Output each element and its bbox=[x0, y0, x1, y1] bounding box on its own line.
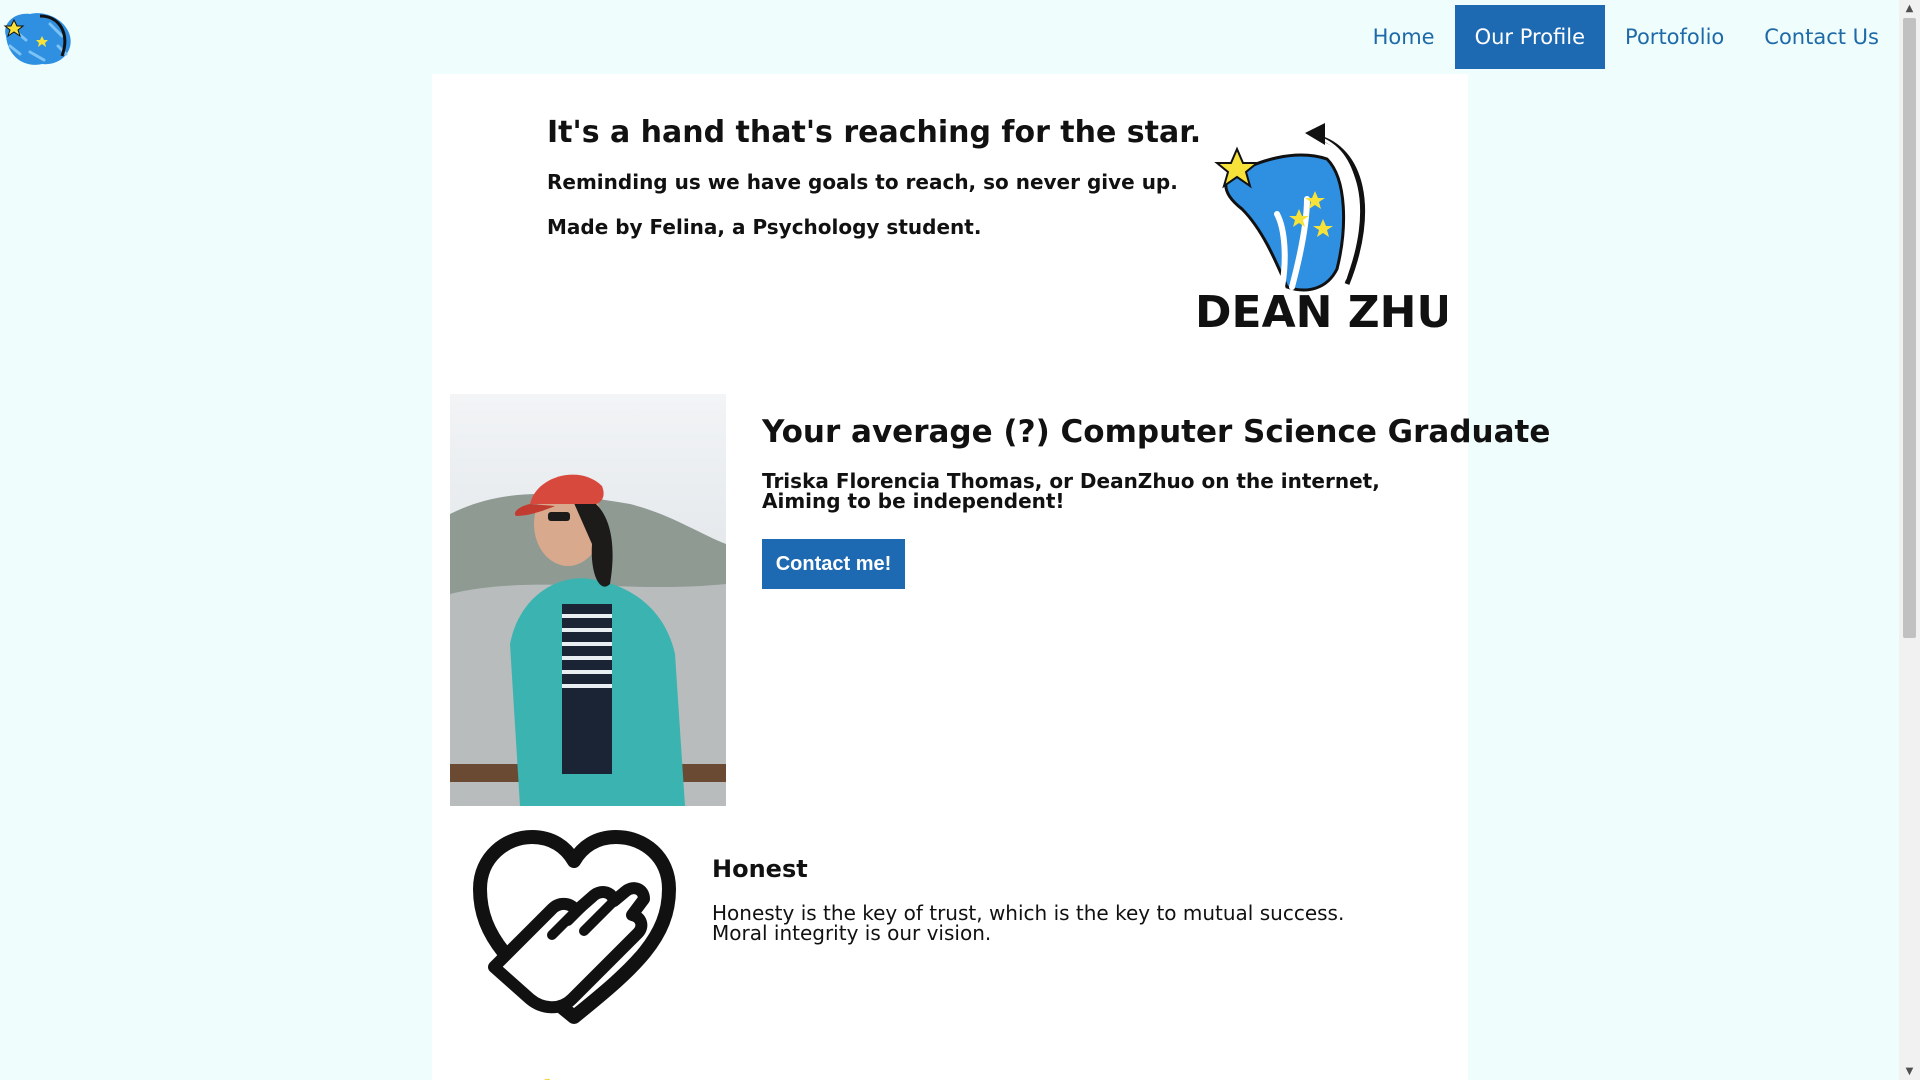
contact-me-button[interactable]: Contact me! bbox=[762, 539, 905, 589]
profile-description: Triska Florencia Thomas, or DeanZhuo on … bbox=[762, 471, 1380, 511]
profile-desc-line2: Aiming to be independent! bbox=[762, 489, 1065, 513]
nav-home[interactable]: Home bbox=[1353, 5, 1455, 69]
value-desc-line2: Moral integrity is our vision. bbox=[712, 921, 992, 945]
main-content: It's a hand that's reaching for the star… bbox=[432, 74, 1550, 1080]
page: Home Our Profile Portofolio Contact Us I… bbox=[0, 0, 1920, 1080]
value-title: Honest bbox=[712, 855, 808, 883]
nav-portofolio[interactable]: Portofolio bbox=[1605, 5, 1744, 69]
scroll-thumb[interactable] bbox=[1903, 18, 1916, 638]
hero-line-goals: Reminding us we have goals to reach, so … bbox=[547, 170, 1178, 194]
page-scrollbar[interactable]: ▲ ▼ bbox=[1899, 0, 1920, 1080]
dean-zhuo-logo: DEAN ZHUO bbox=[1195, 123, 1447, 334]
hand-star-logo-icon[interactable] bbox=[0, 6, 75, 70]
nav-our-profile[interactable]: Our Profile bbox=[1454, 5, 1606, 69]
hand-heart-icon bbox=[473, 830, 676, 1024]
value-description: Honesty is the key of trust, which is th… bbox=[712, 903, 1344, 943]
hero-line-credit: Made by Felina, a Psychology student. bbox=[547, 215, 982, 239]
profile-photo bbox=[450, 394, 726, 806]
next-value-icon bbox=[544, 1078, 550, 1080]
hero-title: It's a hand that's reaching for the star… bbox=[547, 115, 1202, 150]
scroll-up-arrow-icon[interactable]: ▲ bbox=[1899, 0, 1920, 17]
nav-links: Home Our Profile Portofolio Contact Us bbox=[1353, 5, 1899, 69]
logo-wordmark: DEAN ZHUO bbox=[1195, 287, 1447, 334]
nav-contact-us[interactable]: Contact Us bbox=[1744, 5, 1899, 69]
scroll-down-arrow-icon[interactable]: ▼ bbox=[1899, 1063, 1920, 1080]
navbar: Home Our Profile Portofolio Contact Us bbox=[0, 0, 1899, 74]
profile-title: Your average (?) Computer Science Gradua… bbox=[762, 414, 1551, 450]
